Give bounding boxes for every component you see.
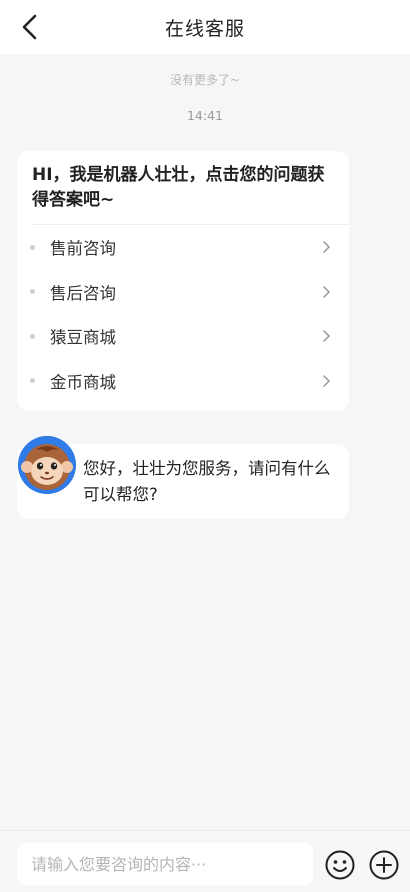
plus-circle-icon — [369, 850, 399, 880]
faq-item-aftersale[interactable]: 售后咨询 — [17, 270, 349, 315]
faq-item-label: 售后咨询 — [50, 283, 116, 303]
composer-bar — [0, 830, 410, 892]
chevron-right-icon — [323, 330, 331, 342]
bullet-dot — [30, 333, 35, 339]
emoji-button[interactable] — [324, 849, 356, 881]
faq-item-presale[interactable]: 售前咨询 — [17, 225, 349, 270]
faq-item-bean-mall[interactable]: 猿豆商城 — [17, 314, 349, 359]
faq-list: 售前咨询 售后咨询 猿豆商城 金币商城 — [17, 225, 349, 403]
back-button[interactable] — [14, 11, 46, 43]
chevron-right-icon — [323, 241, 331, 253]
bot-greeting: HI，我是机器人壮壮，点击您的问题获得答案吧~ — [32, 165, 325, 210]
bullet-dot — [30, 244, 35, 250]
faq-item-label: 售前咨询 — [50, 239, 116, 259]
no-more-note: 没有更多了~ — [169, 73, 241, 87]
faq-item-label: 金币商城 — [50, 372, 116, 392]
more-options-button[interactable] — [368, 849, 400, 881]
chevron-right-icon — [323, 286, 331, 298]
chevron-left-icon — [22, 14, 37, 40]
bullet-dot — [30, 378, 35, 384]
smiley-icon — [325, 850, 355, 880]
top-nav-bar: 在线客服 — [0, 0, 410, 54]
monkey-avatar-icon — [18, 436, 76, 494]
faq-item-coin-mall[interactable]: 金币商城 — [17, 359, 349, 404]
faq-item-label: 猿豆商城 — [50, 328, 116, 348]
bullet-dot — [30, 289, 35, 295]
chevron-right-icon — [323, 375, 331, 387]
page-title: 在线客服 — [164, 17, 245, 40]
message-input[interactable] — [17, 843, 313, 885]
bot-faq-card: HI，我是机器人壮壮，点击您的问题获得答案吧~ 售前咨询 售后咨询 猿豆商城 金… — [17, 151, 349, 411]
bot-avatar[interactable] — [18, 436, 76, 494]
chat-timestamp: 14:41 — [186, 108, 224, 123]
